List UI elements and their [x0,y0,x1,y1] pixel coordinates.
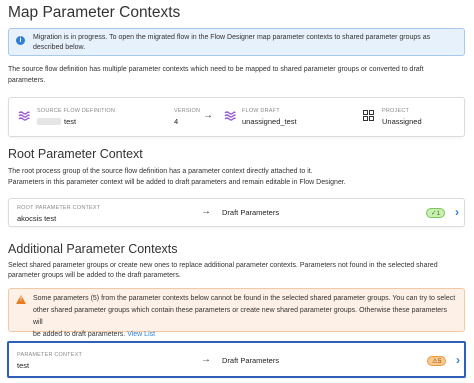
root-desc-line1: The root process group of the source flo… [8,168,313,175]
flow-draft-label: FLOW DRAFT [242,108,280,114]
info-icon: i [16,36,25,45]
info-banner-text: Migration is in progress. To open the mi… [33,34,431,51]
redacted-text [37,118,61,125]
intro-text: The source flow definition has multiple … [8,66,424,84]
warning-count: 5 [437,358,442,365]
flow-draft-value: unassigned_test [242,117,297,126]
root-context-value: akocsis test [17,214,57,223]
flow-summary-card: SOURCE FLOW DEFINITION test VERSION 4 → … [8,97,465,137]
parameter-context-value: test [17,361,30,370]
warning-badge: ⚠5 [427,356,447,366]
root-context-label: ROOT PARAMETER CONTEXT [17,205,101,211]
chevron-right-icon[interactable]: › [455,205,459,219]
warning-icon: ! [16,295,26,304]
root-section-title: Root Parameter Context [8,147,143,161]
warning-line3: be added to draft parameters. [33,331,126,338]
chevron-right-icon[interactable]: › [456,353,460,367]
info-banner: i Migration is in progress. To open the … [8,28,465,56]
parameter-context-label: PARAMETER CONTEXT [17,352,83,358]
arrow-right-icon: → [201,354,211,365]
flow-definition-icon [18,111,30,121]
version-label: VERSION [174,108,201,114]
project-grid-icon [363,110,374,121]
success-badge: ✓1 [426,208,446,218]
warning-banner: ! Some parameters (5) from the parameter… [8,288,465,338]
source-flow-value: test [64,117,77,126]
additional-desc-line2: parameter groups will be added to the dr… [8,272,181,279]
additional-section-title: Additional Parameter Contexts [8,242,178,256]
page-title: Map Parameter Contexts [8,4,181,21]
project-value: Unassigned [382,117,422,126]
arrow-right-icon: → [201,206,211,217]
arrow-right-icon: → [203,110,213,121]
root-target: Draft Parameters [222,208,280,217]
flow-draft-icon [224,111,236,121]
root-desc-line2: Parameters in this parameter context wil… [8,179,346,186]
view-list-link[interactable]: View List [127,331,155,338]
warning-line1: Some parameters (5) from the parameter c… [33,295,456,302]
warning-line2: other shared parameter groups which cont… [33,307,447,326]
parameter-context-card[interactable]: PARAMETER CONTEXT test → Draft Parameter… [7,341,466,378]
project-label: PROJECT [382,108,410,114]
root-parameter-context-card[interactable]: ROOT PARAMETER CONTEXT akocsis test → Dr… [8,198,465,227]
version-value: 4 [174,117,179,126]
parameter-context-target: Draft Parameters [222,356,280,365]
success-count: 1 [436,210,441,217]
warning-text: Some parameters (5) from the parameter c… [33,293,456,341]
source-flow-label: SOURCE FLOW DEFINITION [37,108,116,114]
